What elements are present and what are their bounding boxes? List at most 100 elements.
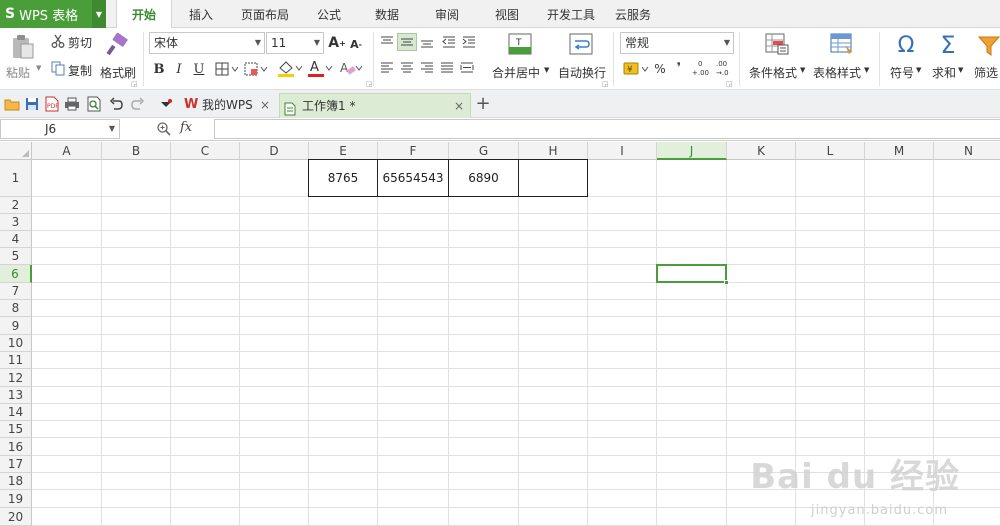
- cell-e1[interactable]: 8765: [308, 159, 378, 197]
- merge-center-icon[interactable]: T: [507, 32, 533, 56]
- filter-funnel-icon[interactable]: [978, 34, 1000, 58]
- print-preview-icon[interactable]: [86, 96, 102, 112]
- row-header-9[interactable]: 9: [0, 317, 32, 335]
- italic-button[interactable]: I: [170, 60, 188, 78]
- tab-view[interactable]: 视图: [484, 0, 530, 28]
- thousands-separator-button[interactable]: ❜: [672, 58, 686, 76]
- close-icon[interactable]: ×: [260, 93, 270, 117]
- column-header-e[interactable]: E: [309, 142, 378, 160]
- fill-handle[interactable]: [724, 280, 729, 285]
- increase-font-icon[interactable]: A +: [328, 34, 346, 52]
- chevron-down-icon[interactable]: ▼: [800, 66, 805, 74]
- app-menu-dropdown-icon[interactable]: ▼: [92, 0, 106, 28]
- tab-formulas[interactable]: 公式: [306, 0, 352, 28]
- cell-f1[interactable]: 65654543: [377, 159, 449, 197]
- row-header-8[interactable]: 8: [0, 300, 32, 317]
- column-header-i[interactable]: I: [588, 142, 657, 160]
- tab-insert[interactable]: 插入: [178, 0, 224, 28]
- symbol-button[interactable]: 符号: [890, 64, 914, 81]
- row-header-6[interactable]: 6: [0, 265, 32, 283]
- conditional-format-icon[interactable]: [764, 32, 790, 56]
- column-header-a[interactable]: A: [32, 142, 102, 160]
- format-painter-button[interactable]: 格式刷: [100, 64, 136, 81]
- row-header-7[interactable]: 7: [0, 283, 32, 300]
- copy-icon[interactable]: [50, 60, 66, 76]
- tab-review[interactable]: 审阅: [424, 0, 470, 28]
- insert-function-button[interactable]: fx: [180, 120, 192, 135]
- align-left-icon[interactable]: [378, 60, 396, 76]
- column-header-k[interactable]: K: [727, 142, 796, 160]
- doc-tab-my-wps[interactable]: W 我的WPS ×: [180, 93, 276, 118]
- tab-data[interactable]: 数据: [364, 0, 410, 28]
- number-launcher-icon[interactable]: ◲: [726, 80, 733, 88]
- tab-cloud-services[interactable]: 云服务: [610, 0, 656, 28]
- row-header-16[interactable]: 16: [0, 438, 32, 456]
- align-top-icon[interactable]: [378, 34, 396, 50]
- export-pdf-icon[interactable]: PDF: [44, 96, 60, 112]
- increase-decimal-icon[interactable]: 0 +.00: [692, 58, 710, 78]
- format-painter-icon[interactable]: [104, 32, 130, 58]
- row-header-12[interactable]: 12: [0, 369, 32, 387]
- tab-developer[interactable]: 开发工具: [540, 0, 602, 28]
- filter-button[interactable]: 筛选: [974, 64, 998, 81]
- chevron-down-icon[interactable]: ▼: [109, 120, 115, 138]
- scissors-icon[interactable]: [50, 33, 66, 49]
- cut-button[interactable]: 剪切: [68, 34, 92, 51]
- cell-h1[interactable]: [518, 159, 588, 197]
- distributed-align-icon[interactable]: [458, 60, 476, 76]
- row-header-13[interactable]: 13: [0, 387, 32, 404]
- row-header-14[interactable]: 14: [0, 404, 32, 421]
- row-header-3[interactable]: 3: [0, 214, 32, 231]
- tab-page-layout[interactable]: 页面布局: [234, 0, 296, 28]
- justify-icon[interactable]: [438, 60, 456, 76]
- row-header-2[interactable]: 2: [0, 197, 32, 214]
- number-format-dropdown[interactable]: 常规 ▼: [620, 32, 734, 54]
- clear-format-icon[interactable]: A: [338, 58, 364, 78]
- font-launcher-icon[interactable]: ◲: [366, 80, 373, 88]
- chevron-down-icon[interactable]: ▼: [864, 66, 869, 74]
- font-name-dropdown[interactable]: 宋体 ▼: [149, 32, 265, 54]
- row-header-4[interactable]: 4: [0, 231, 32, 248]
- open-folder-icon[interactable]: [4, 96, 20, 112]
- column-header-l[interactable]: L: [796, 142, 865, 160]
- column-header-f[interactable]: F: [378, 142, 449, 160]
- paste-dropdown-icon[interactable]: ▼: [36, 64, 41, 72]
- row-header-1[interactable]: 1: [0, 160, 32, 197]
- decrease-indent-icon[interactable]: [440, 34, 458, 50]
- decrease-font-icon[interactable]: A-: [348, 36, 364, 52]
- tab-home[interactable]: 开始: [116, 0, 172, 29]
- align-middle-icon[interactable]: [397, 33, 417, 51]
- symbol-omega-icon[interactable]: Ω: [893, 32, 919, 58]
- cell-fill-pattern-icon[interactable]: [243, 60, 269, 78]
- save-icon[interactable]: [24, 96, 40, 112]
- wrap-text-icon[interactable]: [568, 32, 594, 56]
- name-box[interactable]: J6 ▼: [0, 119, 120, 139]
- percent-button[interactable]: %: [652, 60, 668, 78]
- sum-sigma-icon[interactable]: Σ: [935, 31, 961, 59]
- doc-tab-workbook1[interactable]: 工作簿1 * ×: [279, 93, 471, 118]
- column-header-n[interactable]: N: [934, 142, 1000, 160]
- row-header-15[interactable]: 15: [0, 421, 32, 438]
- active-cell-outline[interactable]: [656, 264, 729, 285]
- paste-label[interactable]: 粘贴: [6, 64, 30, 81]
- align-bottom-icon[interactable]: [418, 34, 436, 50]
- row-header-17[interactable]: 17: [0, 456, 32, 473]
- font-size-dropdown[interactable]: 11 ▼: [266, 32, 324, 54]
- borders-icon[interactable]: [214, 60, 240, 78]
- zoom-lookup-icon[interactable]: [156, 121, 174, 137]
- table-style-button[interactable]: 表格样式: [813, 64, 861, 81]
- currency-format-icon[interactable]: ¥: [622, 60, 650, 78]
- bold-button[interactable]: B: [150, 60, 168, 78]
- close-icon[interactable]: ×: [454, 94, 464, 118]
- select-all-corner[interactable]: [0, 142, 32, 160]
- row-header-19[interactable]: 19: [0, 490, 32, 508]
- column-header-b[interactable]: B: [102, 142, 171, 160]
- row-header-11[interactable]: 11: [0, 352, 32, 369]
- print-icon[interactable]: [64, 96, 80, 112]
- customize-toolbar-icon[interactable]: [158, 96, 174, 112]
- copy-button[interactable]: 复制: [68, 62, 92, 79]
- table-style-icon[interactable]: [829, 32, 855, 56]
- chevron-down-icon[interactable]: ▼: [958, 66, 963, 74]
- underline-button[interactable]: U: [190, 60, 208, 78]
- column-header-c[interactable]: C: [171, 142, 240, 160]
